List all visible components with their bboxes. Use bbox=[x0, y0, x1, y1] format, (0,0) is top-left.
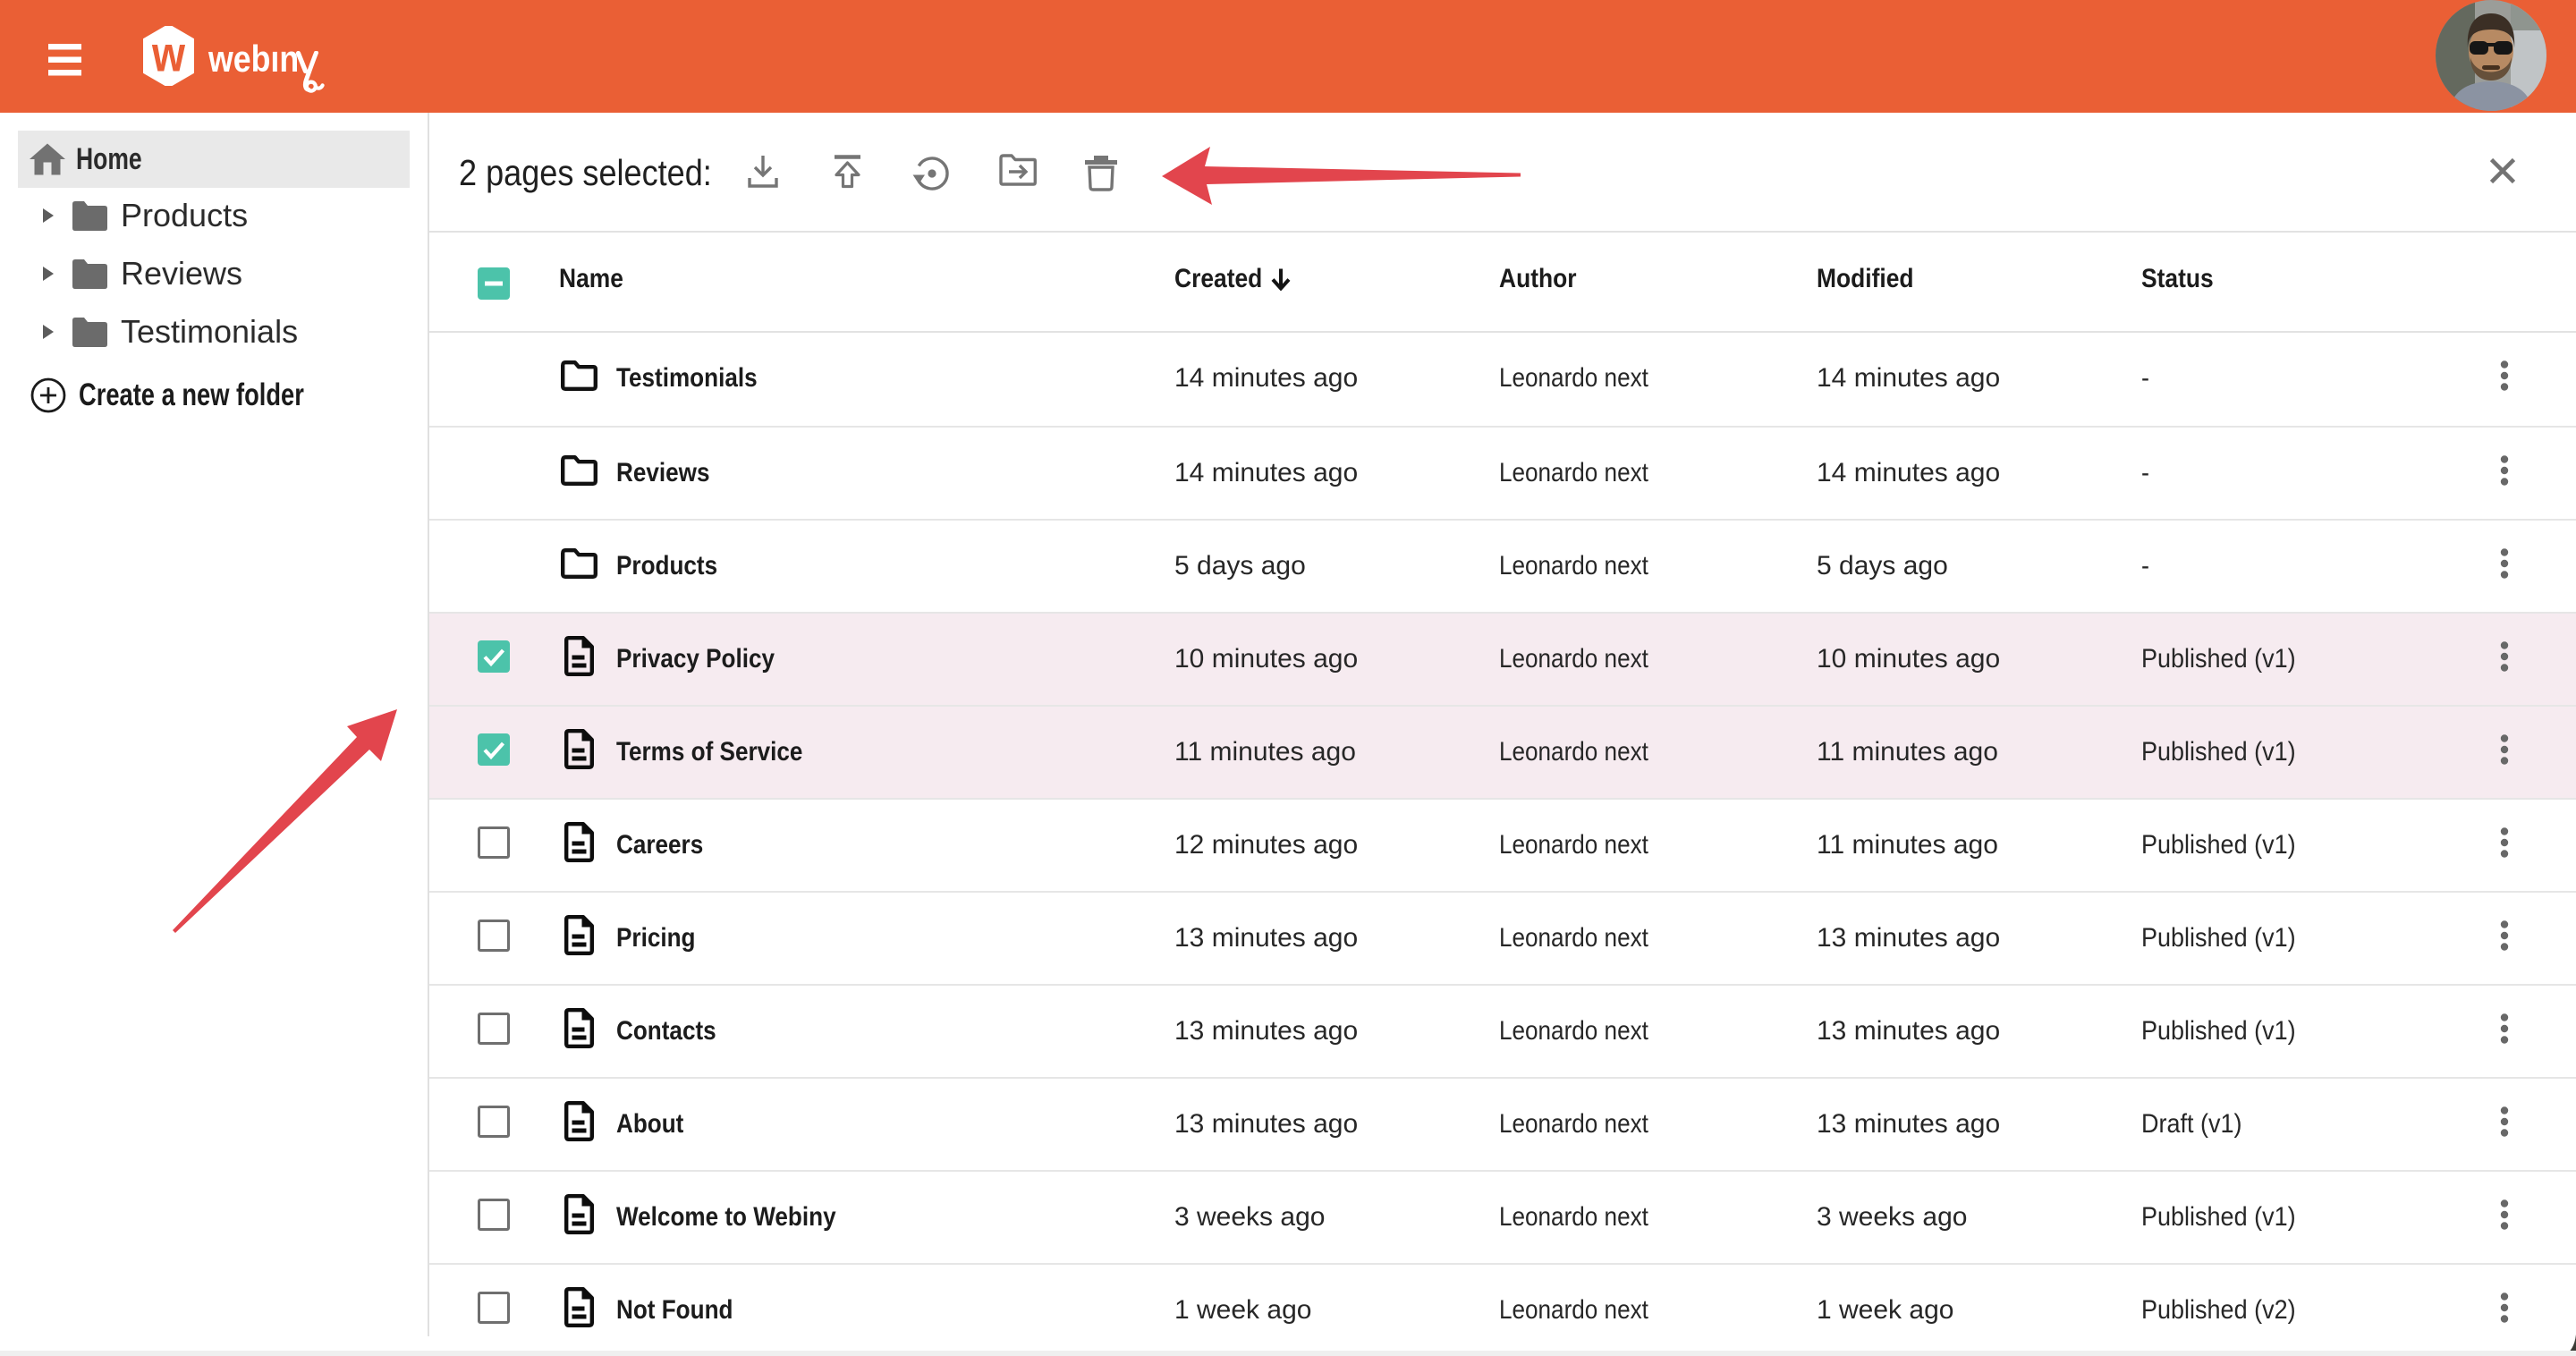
svg-text:w: w bbox=[151, 26, 185, 82]
